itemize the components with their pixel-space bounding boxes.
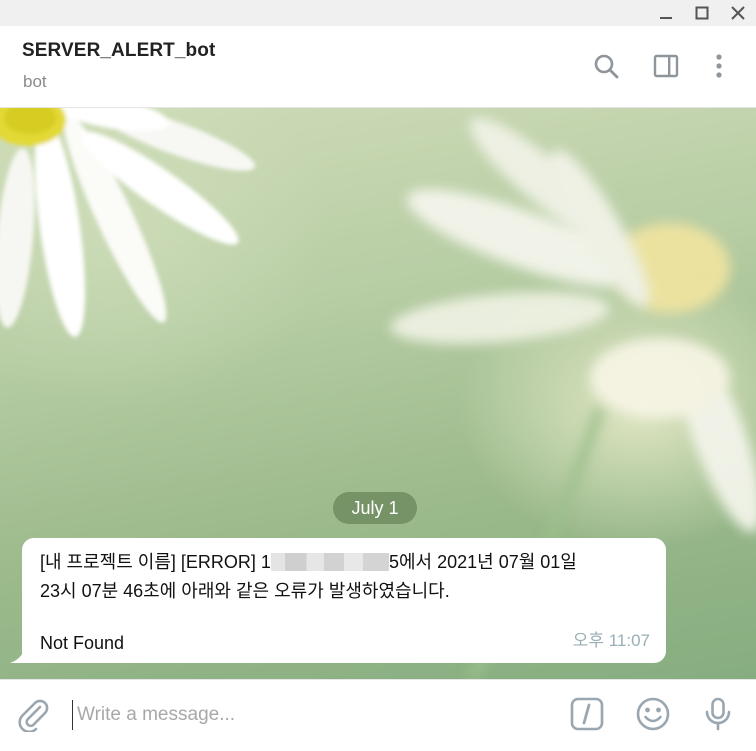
close-icon <box>731 6 745 20</box>
incoming-message[interactable]: [내 프로젝트 이름] [ERROR] 1 5에서 2021년 07월 01일 2… <box>22 538 666 663</box>
attach-icon <box>18 699 49 732</box>
microphone-icon <box>705 697 731 731</box>
chat-header: SERVER_ALERT_bot bot <box>0 26 756 108</box>
chat-subtitle: bot <box>23 72 47 91</box>
message-text-prefix: [내 프로젝트 이름] [ERROR] 1 <box>40 552 271 572</box>
sidebar-toggle-icon <box>653 54 679 78</box>
search-button[interactable] <box>590 50 622 82</box>
search-icon <box>594 54 619 79</box>
message-line-3: Not Found <box>40 633 125 653</box>
message-line-2: 23시 07분 46초에 아래와 같은 오류가 발생하였습니다. <box>40 581 450 601</box>
sidebar-toggle-button[interactable] <box>650 50 682 82</box>
message-time: 오후 11:07 <box>572 631 650 650</box>
message-text-suffix: 5에서 2021년 07월 01일 <box>388 552 577 572</box>
attach-button[interactable] <box>13 694 53 734</box>
window-titlebar <box>0 0 756 26</box>
maximize-button[interactable] <box>684 0 720 26</box>
date-separator: July 1 <box>333 492 417 524</box>
message-line-1: [내 프로젝트 이름] [ERROR] 1 5에서 2021년 07월 01일 <box>40 548 648 577</box>
commands-icon <box>570 697 604 731</box>
message-input[interactable] <box>72 700 542 730</box>
maximize-icon <box>695 6 709 20</box>
emoji-button[interactable] <box>633 694 673 734</box>
more-button[interactable] <box>703 50 735 82</box>
commands-button[interactable] <box>567 694 607 734</box>
message-composer <box>0 679 756 751</box>
close-button[interactable] <box>720 0 756 26</box>
microphone-button[interactable] <box>698 694 738 734</box>
more-vertical-icon <box>716 54 722 78</box>
message-area[interactable]: July 1 [내 프로젝트 이름] [ERROR] 1 5에서 2021년 07… <box>0 108 756 679</box>
redacted-ip <box>270 553 389 571</box>
chat-title[interactable]: SERVER_ALERT_bot <box>22 40 215 62</box>
minimize-icon <box>660 17 672 19</box>
emoji-icon <box>636 697 670 731</box>
minimize-button[interactable] <box>648 0 684 26</box>
